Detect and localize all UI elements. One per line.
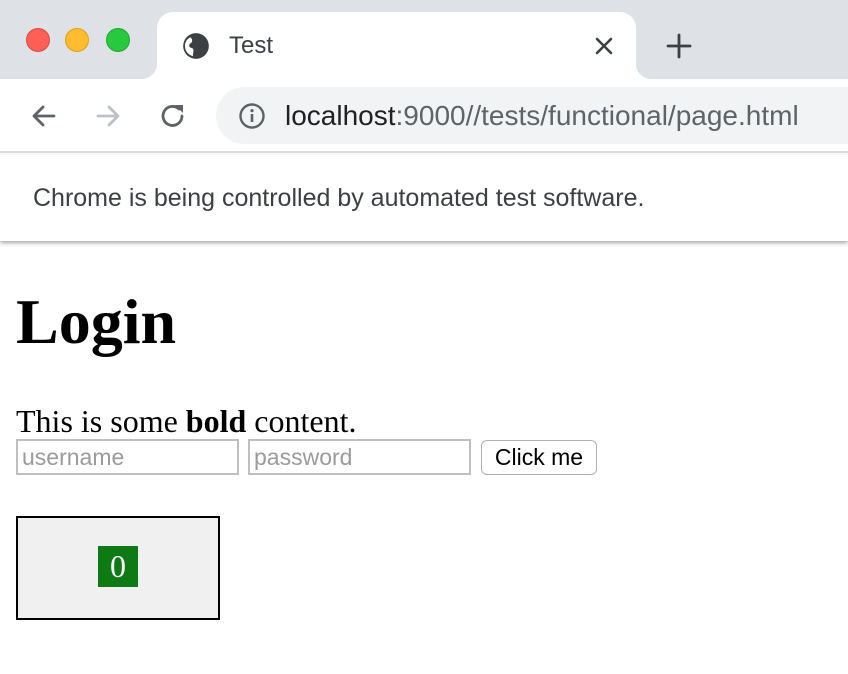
reload-icon[interactable] — [157, 100, 189, 132]
click-me-button[interactable]: Click me — [481, 440, 597, 475]
close-window-button[interactable] — [26, 28, 50, 52]
arrow-left-icon[interactable] — [28, 100, 60, 132]
tab-test[interactable]: Test — [141, 12, 652, 79]
page-title: Login — [16, 286, 177, 357]
para-text-end: content. — [246, 403, 357, 439]
tab-title: Test — [229, 32, 274, 59]
minimize-window-button[interactable] — [65, 28, 89, 52]
tab-strip: Test — [0, 0, 848, 79]
address-bar[interactable]: localhost:9000//tests/functional/page.ht… — [216, 87, 848, 144]
counter-value: 0 — [98, 546, 138, 587]
info-icon[interactable] — [238, 102, 266, 130]
url-host: localhost — [285, 100, 396, 131]
automation-infobar: Chrome is being controlled by automated … — [0, 155, 848, 241]
arrow-right-icon[interactable] — [92, 100, 124, 132]
url-text: localhost:9000//tests/functional/page.ht… — [285, 99, 799, 133]
username-input[interactable] — [16, 439, 239, 475]
browser-toolbar: localhost:9000//tests/functional/page.ht… — [0, 79, 848, 153]
infobar-message: Chrome is being controlled by automated … — [33, 184, 645, 212]
para-text-start: This is some — [16, 403, 186, 439]
maximize-window-button[interactable] — [106, 28, 130, 52]
content-paragraph: This is some bold content. — [16, 403, 356, 439]
close-icon[interactable] — [590, 32, 618, 60]
para-bold-text: bold — [185, 403, 247, 439]
counter-box[interactable]: 0 — [16, 516, 220, 620]
globe-icon — [183, 33, 209, 59]
url-path: :9000//tests/functional/page.html — [395, 100, 799, 131]
password-input[interactable] — [248, 439, 471, 475]
plus-icon[interactable] — [664, 31, 694, 61]
page-content: Login This is some bold content. Click m… — [0, 241, 848, 674]
